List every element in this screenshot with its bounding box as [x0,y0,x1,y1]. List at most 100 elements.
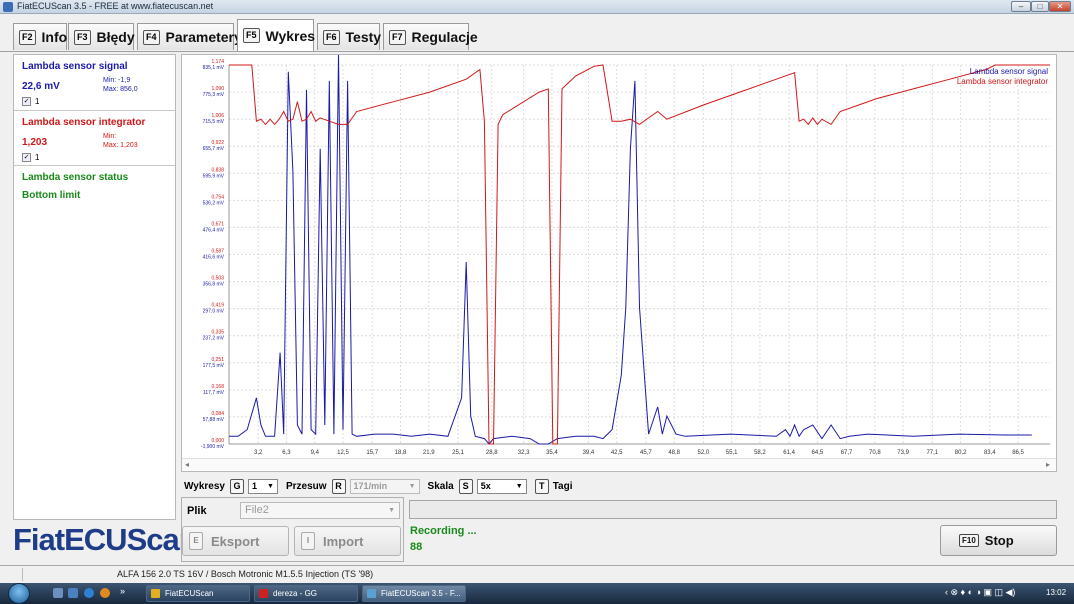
clock: 13:02 [1046,588,1067,597]
x-tick-label: 70,8 [869,450,881,456]
y-tick-label-signal: 57,88 mV [203,417,225,423]
explorer-icon[interactable] [68,588,78,598]
tab-label: Błędy [96,29,135,45]
signal-checkbox[interactable]: ✓ [22,153,31,162]
y-tick-label-signal: 835,1 mV [203,65,225,71]
signal-value: 1,203 [22,137,48,148]
przesuw-key[interactable]: R [331,478,346,494]
x-tick-label: 18,8 [395,450,407,456]
y-tick-label-signal: 356,8 mV [203,282,225,288]
x-tick-label: 48,8 [668,450,680,456]
tab-label: Parametery [165,29,242,45]
command-input[interactable] [409,500,1057,519]
tab-label: Wykres [265,27,316,44]
tab-bledy[interactable]: F3 Błędy [68,23,135,50]
tab-testy[interactable]: F6 Testy [317,23,381,50]
y-tick-label-signal: -1,900 mV [201,444,225,450]
x-tick-label: 39,4 [583,450,595,456]
signal-minmax: Min: Max: 1,203 [103,132,138,150]
recording-panel: Recording ... 88 F10 Stop [406,520,1057,562]
x-tick-label: 52,0 [698,450,710,456]
internet-explorer-icon[interactable] [84,588,94,598]
tab-info[interactable]: F2 Info [13,23,67,50]
wykresy-key[interactable]: G [229,478,244,494]
x-tick-label: 28,8 [486,450,498,456]
stop-label: Stop [984,533,1014,548]
status-bar: ALFA 156 2.0 TS 16V / Bosch Motronic M1.… [0,565,1074,583]
x-tick-label: 80,2 [955,450,967,456]
stop-button[interactable]: F10 Stop [940,525,1057,556]
file-value: File2 [245,504,269,516]
chart-horizontal-scrollbar[interactable]: ◂ ▸ [182,458,1056,470]
legend-entry: Lambda sensor signal [970,67,1048,76]
tab-regulacje[interactable]: F7 Regulacje [383,23,478,50]
start-button[interactable] [8,583,30,604]
close-button[interactable]: ✕ [1049,1,1071,12]
file-select[interactable]: File2 ▼ [240,502,400,519]
export-button[interactable]: E Eksport [182,526,289,556]
signal-checkbox-label: 1 [35,153,40,162]
signal-checkbox[interactable]: ✓ [22,97,31,106]
system-tray[interactable]: ‹ ⊗ ♦ ◐ ◑ ▣ ◫ ◀) [945,587,1015,598]
chart-svg: 0,000-1,900 mV0,08457,88 mV0,168117,7 mV… [201,55,1050,456]
signal-min: Min: -1,9 [103,77,131,84]
x-tick-label: 6,3 [282,450,291,456]
taskbar-item[interactable]: FiatECUScan 3.5 - F... [362,585,466,602]
przesuw-value: 171/min [353,480,388,491]
y-tick-label-signal: 715,5 mV [203,119,225,125]
legend-entry: Lambda sensor integrator [957,77,1049,86]
wykresy-select[interactable]: 1 ▼ [247,478,278,494]
tab-wykres[interactable]: F5 Wykres [237,19,316,51]
chevron-down-icon: ▼ [408,482,416,490]
scroll-right-icon[interactable]: ▸ [1046,460,1050,469]
tagi-key[interactable]: T [534,478,549,494]
tab-key-f6: F6 [323,29,340,45]
taskbar-item-label: dereza - GG [273,589,318,598]
show-desktop-icon[interactable] [53,588,63,598]
x-tick-label: 55,1 [726,450,738,456]
x-tick-label: 77,1 [926,450,938,456]
tab-parametery[interactable]: F4 Parametery [137,23,242,50]
quicklaunch-overflow-icon[interactable]: » [120,586,130,596]
tab-key-f3: F3 [74,29,91,45]
chevron-down-icon: ▼ [515,482,523,490]
signal-lambda-sensor-status[interactable]: Lambda sensor status Bottom limit [14,166,175,208]
taskbar-item[interactable]: dereza - GG [254,585,358,602]
windows-taskbar: » FiatECUScan dereza - GG FiatECUScan 3.… [0,583,1074,604]
scroll-left-icon[interactable]: ◂ [185,460,189,469]
fiatecuscan-logo: FiatECUScan [13,522,198,557]
tagi-label: Tagi [552,480,573,492]
gadu-gadu-icon [259,589,268,598]
x-tick-label: 3,2 [254,450,263,456]
wykresy-value: 1 [251,480,257,491]
signal-lambda-sensor-integrator[interactable]: Lambda sensor integrator 1,203 Min: Max:… [14,111,175,166]
series-lambda-sensor-signal-line [229,55,1032,445]
minimize-button[interactable]: – [1011,1,1031,12]
x-tick-label: 21,9 [423,450,435,456]
skala-select[interactable]: 5x ▼ [476,478,527,494]
x-tick-label: 45,7 [640,450,652,456]
taskbar-item[interactable]: FiatECUScan [146,585,250,602]
y-tick-label-signal: 297,0 mV [203,309,225,315]
y-tick-label-signal: 416,6 mV [203,255,225,261]
import-button[interactable]: I Import [294,526,401,556]
stop-key: F10 [959,534,979,547]
x-tick-label: 67,7 [841,450,853,456]
maximize-button[interactable]: □ [1031,1,1049,12]
signal-min: Min: [103,133,117,140]
recording-count: 88 [410,541,423,553]
signal-max: Max: 1,203 [103,142,138,149]
x-tick-label: 64,5 [812,450,824,456]
tab-key-f7: F7 [389,29,406,45]
chevron-down-icon: ▼ [388,507,395,514]
x-tick-label: 58,2 [754,450,766,456]
przesuw-select[interactable]: 171/min ▼ [349,478,420,494]
x-tick-label: 73,9 [897,450,909,456]
signal-minmax: Min: -1,9 Max: 856,0 [103,76,138,94]
export-key: E [189,532,203,550]
skala-key[interactable]: S [458,478,473,494]
browser-icon[interactable] [100,588,110,598]
signal-lambda-sensor-signal[interactable]: Lambda sensor signal 22,6 mV Min: -1,9 M… [14,55,175,111]
signal-value: Bottom limit [22,190,81,201]
x-tick-label: 42,5 [611,450,623,456]
